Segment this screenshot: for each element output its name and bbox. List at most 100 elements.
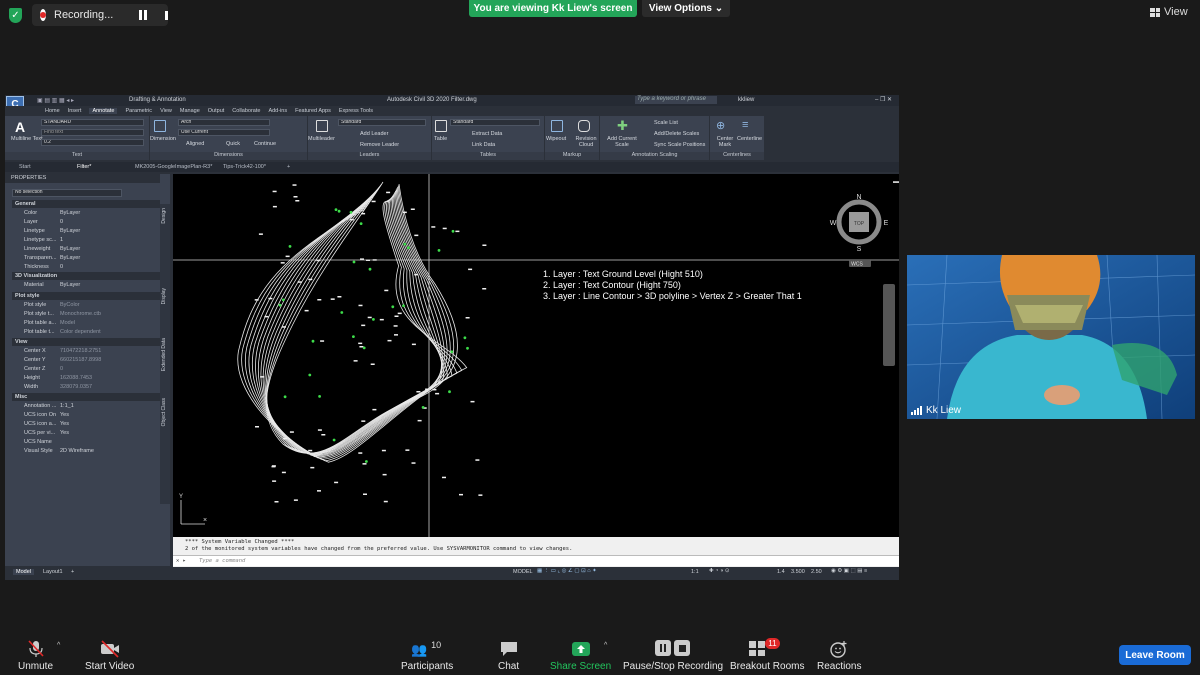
tab-manage[interactable]: Manage	[180, 108, 200, 114]
side-tab-design[interactable]: Design	[161, 208, 167, 224]
tab-annotate[interactable]: Annotate	[89, 108, 118, 114]
status-value-3[interactable]: 2.50	[811, 569, 822, 575]
property-row[interactable]: UCS Name	[12, 438, 160, 447]
compass-w[interactable]: W	[830, 220, 837, 227]
find-text-input[interactable]: Find text	[41, 129, 144, 136]
property-row[interactable]: Linetype sc... 1	[12, 236, 160, 245]
section-view[interactable]: View	[12, 338, 160, 346]
viewport-controls[interactable]: ▬ ❐ ✕	[893, 178, 899, 185]
status-icons-a[interactable]: ✚ ◔ ◑ ⊙	[709, 568, 729, 574]
aligned-button[interactable]: Aligned	[186, 141, 204, 147]
share-screen-button[interactable]: Share Screen	[550, 640, 611, 672]
property-row[interactable]: Layer 0	[12, 218, 160, 227]
layout-tab-model[interactable]: Model	[13, 569, 34, 575]
multiline-text-icon[interactable]: A	[15, 119, 25, 135]
tab-featured-apps[interactable]: Featured Apps	[295, 108, 331, 114]
cad-search-input[interactable]: Type a keyword or phrase	[635, 96, 717, 104]
compass-e[interactable]: E	[884, 220, 889, 227]
add-layout-icon[interactable]: +	[71, 569, 74, 575]
participant-video-tile[interactable]: Kk Liew	[907, 255, 1195, 419]
centerline-button[interactable]: Centerline	[737, 136, 762, 142]
section-plot-style[interactable]: Plot style	[12, 292, 160, 300]
start-video-button[interactable]: Start Video	[85, 640, 134, 672]
annotation-scale[interactable]: 1:1	[691, 569, 699, 575]
add-scale-icon[interactable]: ✚	[617, 118, 628, 134]
model-space-toggle[interactable]: MODEL	[513, 569, 533, 575]
property-row[interactable]: Center Y 660215187.8998	[12, 356, 160, 365]
property-row[interactable]: Plot table a... Model	[12, 319, 160, 328]
property-row[interactable]: Center X 710472218.2751	[12, 347, 160, 356]
pause-stop-recording-button[interactable]: Pause/Stop Recording	[623, 640, 723, 672]
tab-insert[interactable]: Insert	[68, 108, 82, 114]
remove-leader-button[interactable]: Remove Leader	[360, 142, 399, 148]
continue-button[interactable]: Continue	[254, 141, 276, 147]
multileader-icon[interactable]	[316, 120, 328, 132]
side-tab-extended-data[interactable]: Extended Data	[161, 338, 167, 371]
compass-n[interactable]: N	[856, 194, 861, 201]
property-row[interactable]: Plot table t... Color dependent	[12, 328, 160, 337]
table-button[interactable]: Table	[434, 136, 447, 142]
security-shield-icon[interactable]: ✓	[9, 8, 22, 23]
text-height-input[interactable]: 0.2	[41, 139, 144, 146]
scale-list-button[interactable]: Scale List	[654, 120, 678, 126]
multiline-text-button[interactable]: Multiline Text	[11, 136, 43, 142]
doc-tab-start[interactable]: Start	[19, 164, 31, 170]
property-row[interactable]: Thickness 0	[12, 263, 160, 272]
center-mark-button[interactable]: Center Mark	[714, 136, 736, 148]
tab-collaborate[interactable]: Collaborate	[232, 108, 260, 114]
tab-output[interactable]: Output	[208, 108, 225, 114]
property-row[interactable]: Color ByLayer	[12, 209, 160, 218]
drawing-canvas[interactable]: Y × TOP N S E W WCS 1. Layer : Text Grou…	[173, 174, 899, 537]
selection-select[interactable]: No selection	[12, 189, 122, 197]
section-3d-visualization[interactable]: 3D Visualization	[12, 272, 160, 280]
extract-data-button[interactable]: Extract Data	[472, 131, 502, 137]
status-icons-b[interactable]: ◉ ⚙ ▣ ⬚ ▤ ≡	[831, 568, 867, 574]
add-leader-button[interactable]: Add Leader	[360, 131, 388, 137]
dim-layer-select[interactable]: Use Current	[178, 129, 270, 136]
quick-button[interactable]: Quick	[226, 141, 240, 147]
link-data-button[interactable]: Link Data	[472, 142, 495, 148]
view-options-button[interactable]: View Options ⌄	[642, 0, 730, 17]
doc-tab-filter[interactable]: Filter*	[77, 164, 91, 170]
property-row[interactable]: UCS icon a... Yes	[12, 420, 160, 429]
tab-view[interactable]: View	[160, 108, 172, 114]
doc-tab-tips[interactable]: Tips-Trick42-100*	[223, 164, 266, 170]
table-icon[interactable]	[435, 120, 447, 132]
leader-style-select[interactable]: Standard	[338, 119, 426, 126]
view-button[interactable]: View	[1150, 6, 1188, 18]
dimension-icon[interactable]	[154, 120, 166, 132]
side-tab-display[interactable]: Display	[161, 288, 167, 304]
workspace-selector[interactable]: Drafting & Annotation	[129, 97, 186, 103]
leave-room-button[interactable]: Leave Room	[1119, 645, 1191, 665]
unmute-button[interactable]: Unmute	[18, 640, 53, 672]
compass-s[interactable]: S	[857, 246, 862, 253]
tab-home[interactable]: Home	[45, 108, 60, 114]
tab-express-tools[interactable]: Express Tools	[339, 108, 373, 114]
navigation-bar[interactable]	[883, 284, 895, 366]
stop-recording-icon[interactable]	[165, 10, 168, 20]
property-row[interactable]: Material ByLayer	[12, 281, 160, 290]
property-row[interactable]: Width 328079.0357	[12, 383, 160, 392]
audio-options-caret[interactable]: ^	[57, 642, 60, 649]
new-tab-icon[interactable]: +	[287, 164, 290, 170]
quick-access-icons[interactable]: ▣ ▤ ▥ ▦ ◂ ▸	[37, 97, 74, 104]
pause-recording-icon[interactable]	[139, 10, 148, 20]
section-general[interactable]: General	[12, 200, 160, 208]
property-row[interactable]: Plot style ByColor	[12, 301, 160, 310]
cad-user[interactable]: kkliew	[738, 97, 754, 103]
layout-tab-layout1[interactable]: Layout1	[43, 569, 63, 575]
property-row[interactable]: Plot style t... Monochrome.ctb	[12, 310, 160, 319]
property-row[interactable]: Visual Style 2D Wireframe	[12, 447, 160, 456]
property-row[interactable]: Linetype ByLayer	[12, 227, 160, 236]
participants-button[interactable]: 👥 10 Participants	[401, 640, 453, 672]
revision-cloud-icon[interactable]	[578, 120, 590, 132]
revision-cloud-button[interactable]: Revision Cloud	[573, 136, 599, 148]
side-tab-object-class[interactable]: Object Class	[161, 398, 167, 426]
table-style-select[interactable]: Standard	[450, 119, 540, 126]
cad-window-controls[interactable]: – ❐ ✕	[875, 96, 892, 103]
viewcube[interactable]: TOP N S E W WCS	[830, 194, 889, 268]
center-mark-icon[interactable]: ⊕	[716, 119, 725, 132]
doc-tab-mk2005[interactable]: MK2005-GoogleImagePlan-R3*	[135, 164, 212, 170]
command-input[interactable]: Type a command	[199, 558, 245, 564]
breakout-rooms-button[interactable]: 11 Breakout Rooms	[730, 638, 804, 672]
